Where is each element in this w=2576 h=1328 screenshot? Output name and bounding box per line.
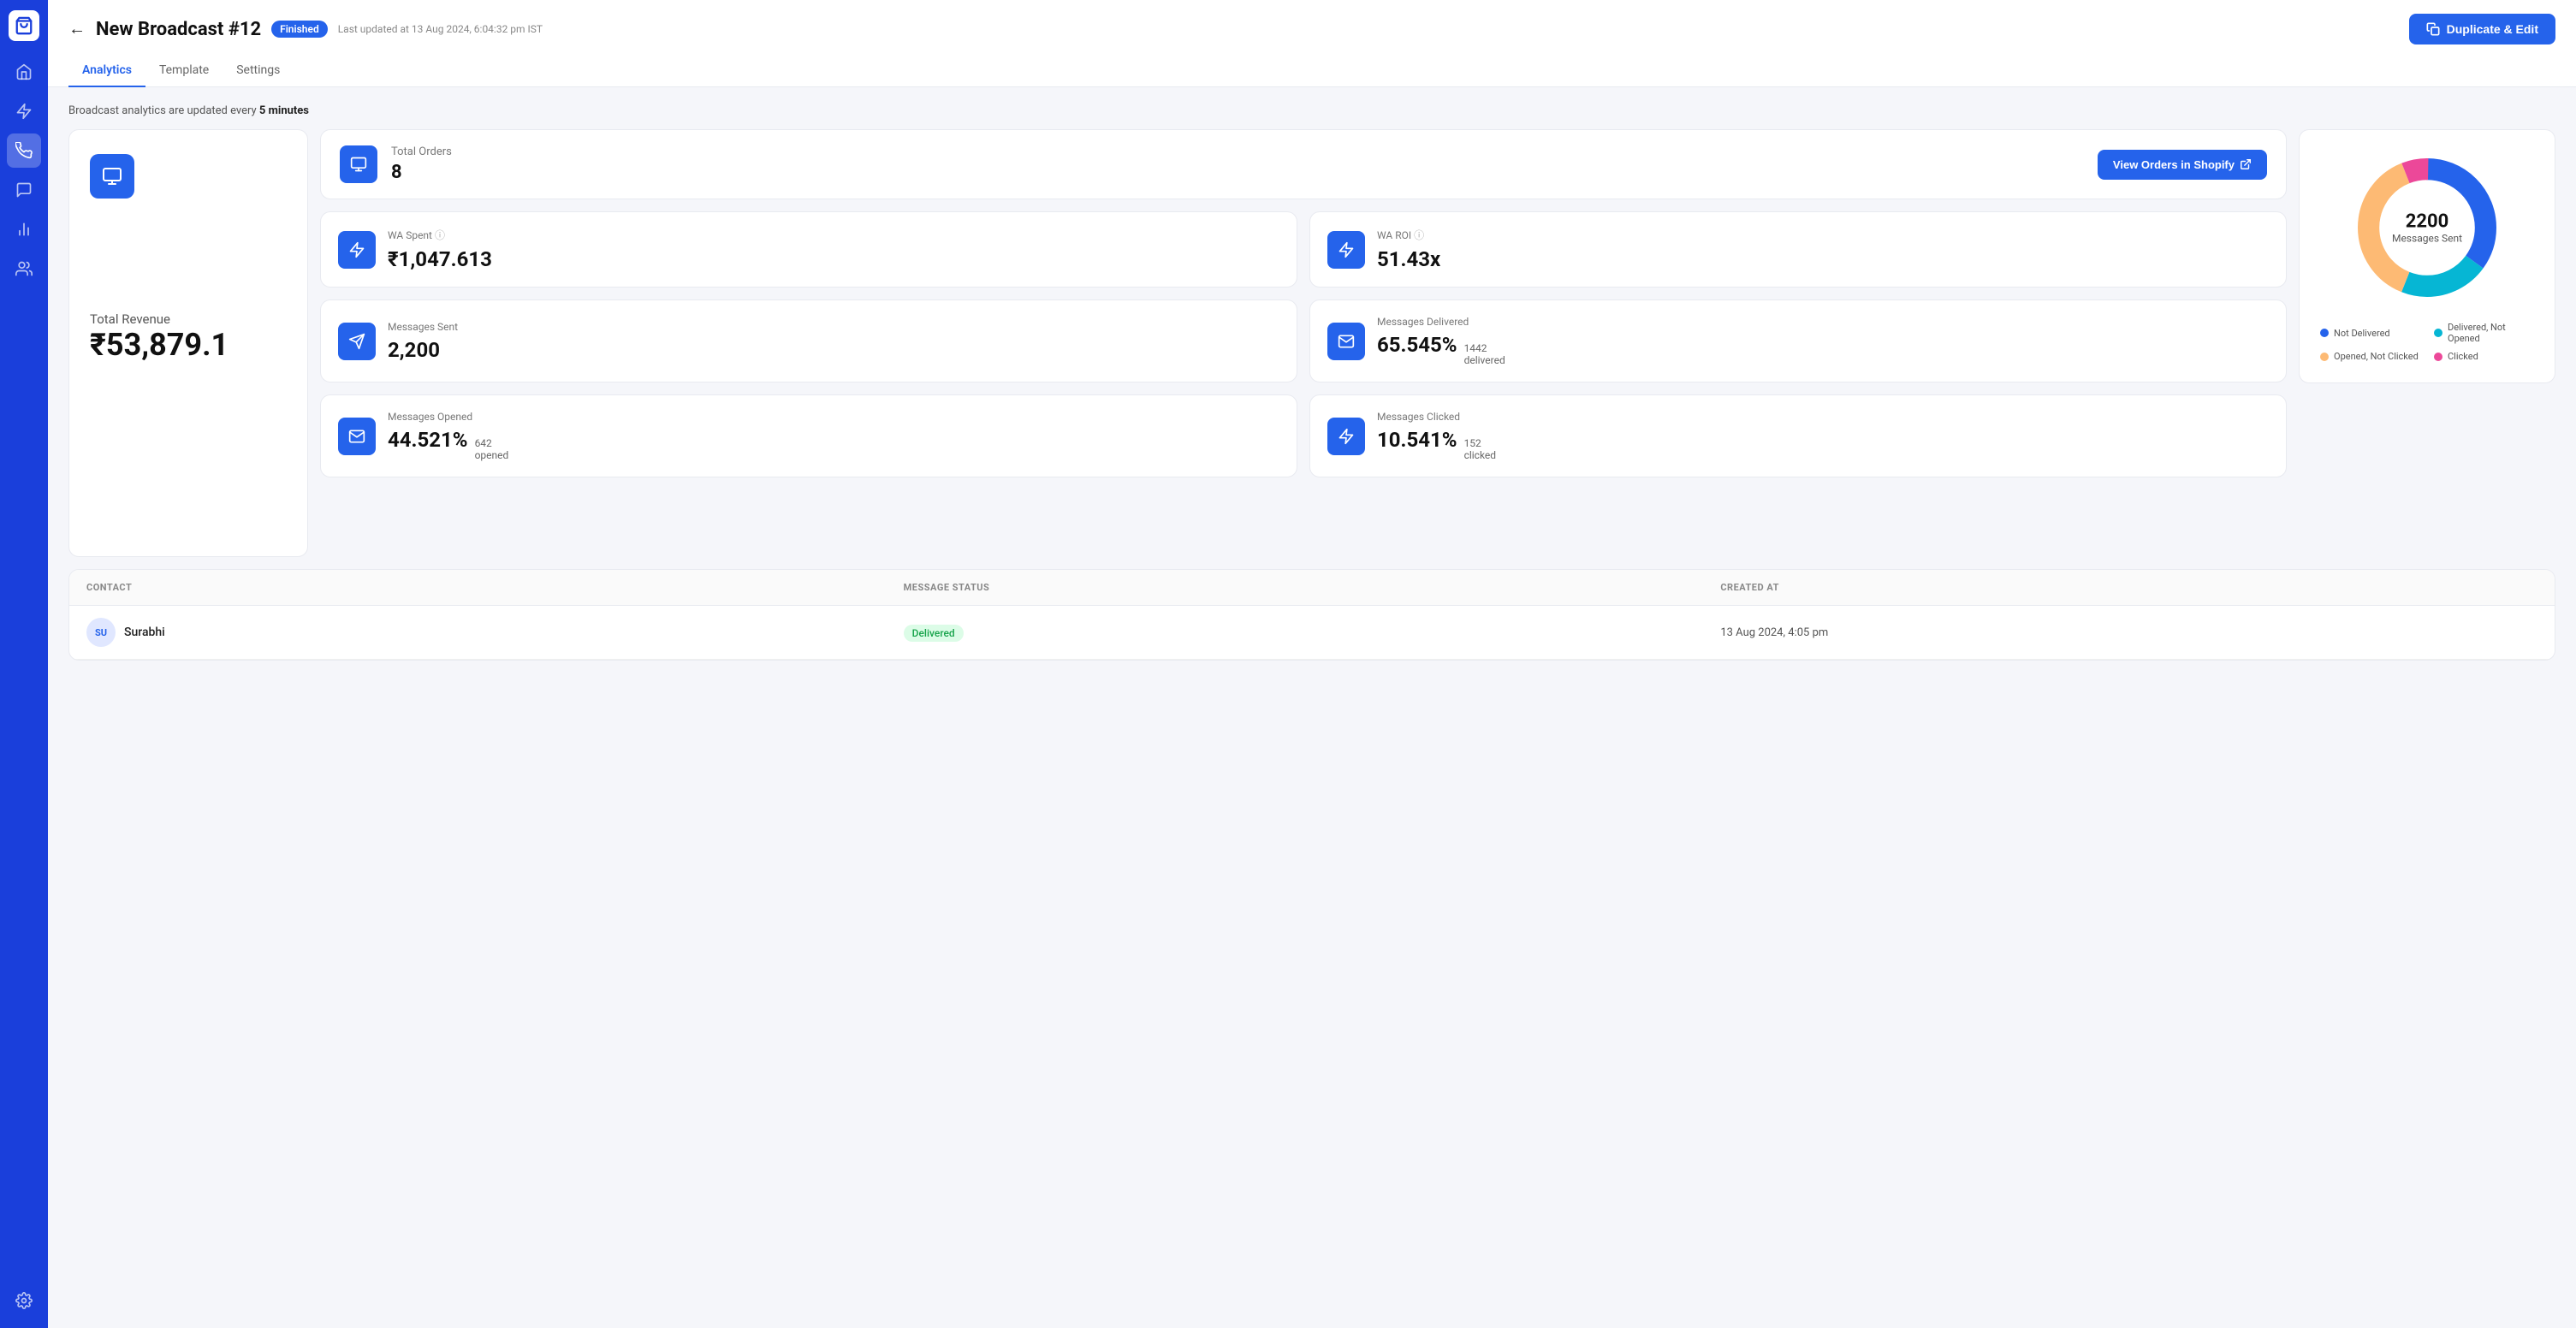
sidebar-item-home[interactable] (7, 55, 41, 89)
legend-label-clicked: Clicked (2448, 351, 2478, 362)
messages-delivered-percent: 65.545% (1377, 333, 1457, 357)
wa-spent-icon (338, 231, 376, 269)
revenue-card: Total Revenue ₹53,879.1 (68, 129, 308, 557)
table-col-created: CREATED AT (1720, 582, 2537, 593)
table-row: SU Surabhi Delivered 13 Aug 2024, 4:05 p… (69, 606, 2555, 660)
legend-not-delivered: Not Delivered (2320, 322, 2420, 344)
status-badge-delivered: Delivered (904, 625, 964, 642)
donut-center-label: Messages Sent (2392, 233, 2462, 245)
sidebar-item-users[interactable] (7, 252, 41, 286)
avatar: SU (86, 618, 116, 647)
shopify-btn-label: View Orders in Shopify (2113, 158, 2235, 171)
wa-spent-card: WA Spent ⓘ ₹1,047.613 (320, 211, 1297, 288)
metrics-grid: WA Spent ⓘ ₹1,047.613 (320, 211, 2287, 477)
messages-opened-percent: 44.521% (388, 428, 468, 452)
revenue-icon (90, 154, 134, 199)
duplicate-edit-label: Duplicate & Edit (2447, 22, 2538, 36)
legend-clicked: Clicked (2434, 351, 2534, 362)
messages-sent-card: Messages Sent 2,200 (320, 299, 1297, 382)
messages-clicked-percent: 10.541% (1377, 428, 1457, 452)
revenue-value: ₹53,879.1 (90, 327, 229, 363)
status-badge: Finished (271, 21, 328, 38)
created-at-cell: 13 Aug 2024, 4:05 pm (1720, 626, 2537, 639)
messages-opened-card: Messages Opened 44.521% 642 opened (320, 394, 1297, 477)
messages-sent-icon (338, 323, 376, 360)
orders-card: Total Orders 8 View Orders in Shopify (320, 129, 2287, 199)
analytics-grid: Total Revenue ₹53,879.1 Total Orders 8 (68, 129, 2555, 557)
wa-spent-value: ₹1,047.613 (388, 247, 492, 271)
main-content: ← New Broadcast #12 Finished Last update… (48, 0, 2576, 1328)
sidebar-logo (9, 10, 39, 41)
legend-label-not-delivered: Not Delivered (2334, 328, 2390, 339)
messages-opened-count: 642 opened (475, 437, 509, 461)
legend-dot-not-delivered (2320, 329, 2329, 337)
messages-clicked-label: Messages Clicked (1377, 411, 1496, 423)
tab-settings[interactable]: Settings (223, 55, 294, 87)
messages-delivered-icon (1327, 323, 1365, 360)
view-orders-shopify-button[interactable]: View Orders in Shopify (2098, 150, 2267, 180)
messages-delivered-label: Messages Delivered (1377, 316, 1505, 328)
sidebar-item-chat[interactable] (7, 173, 41, 207)
sidebar-item-lightning[interactable] (7, 94, 41, 128)
contacts-table: Contact MESSAGE STATUS CREATED AT SU Sur… (68, 569, 2555, 661)
wa-roi-icon (1327, 231, 1365, 269)
orders-value: 8 (391, 162, 452, 183)
contact-name: Surabhi (124, 625, 165, 639)
page-title: New Broadcast #12 (96, 19, 261, 40)
legend-dot-clicked (2434, 353, 2442, 361)
messages-sent-value: 2,200 (388, 338, 440, 362)
table-col-status: MESSAGE STATUS (904, 582, 1721, 593)
messages-opened-label: Messages Opened (388, 411, 508, 423)
donut-chart-card: 2200 Messages Sent Not Delivered Deliver… (2299, 129, 2555, 383)
last-updated: Last updated at 13 Aug 2024, 6:04:32 pm … (338, 23, 543, 35)
messages-opened-icon (338, 418, 376, 455)
messages-sent-label: Messages Sent (388, 321, 458, 333)
wa-spent-label: WA Spent (388, 229, 432, 241)
wa-roi-label: WA ROI (1377, 229, 1411, 241)
donut-center-count: 2200 (2392, 211, 2462, 233)
sidebar-item-settings[interactable] (7, 1284, 41, 1318)
contact-cell: SU Surabhi (86, 618, 904, 647)
orders-label: Total Orders (391, 145, 452, 158)
legend-opened-not-clicked: Opened, Not Clicked (2320, 351, 2420, 362)
wa-spent-info-icon[interactable]: ⓘ (435, 229, 445, 241)
sidebar-item-broadcast[interactable] (7, 133, 41, 168)
duplicate-edit-button[interactable]: Duplicate & Edit (2409, 14, 2555, 44)
donut-chart: 2200 Messages Sent (2350, 151, 2504, 305)
tab-analytics[interactable]: Analytics (68, 55, 145, 87)
revenue-label: Total Revenue (90, 311, 229, 327)
wa-roi-card: WA ROI ⓘ 51.43x (1309, 211, 2287, 288)
content-area: Broadcast analytics are updated every 5 … (48, 87, 2576, 1328)
status-cell: Delivered (904, 624, 1721, 642)
tab-template[interactable]: Template (145, 55, 223, 87)
messages-clicked-count: 152 clicked (1464, 437, 1497, 461)
messages-delivered-card: Messages Delivered 65.545% 1442 delivere… (1309, 299, 2287, 382)
legend-dot-opened-not-clicked (2320, 353, 2329, 361)
table-header: Contact MESSAGE STATUS CREATED AT (69, 570, 2555, 606)
table-col-contact: Contact (86, 582, 904, 593)
wa-roi-value: 51.43x (1377, 247, 1440, 271)
middle-section: Total Orders 8 View Orders in Shopify (320, 129, 2287, 477)
back-button[interactable]: ← (68, 20, 86, 39)
messages-clicked-icon (1327, 418, 1365, 455)
orders-icon (340, 145, 377, 183)
sidebar (0, 0, 48, 1328)
sidebar-item-analytics[interactable] (7, 212, 41, 246)
legend-label-opened-not-clicked: Opened, Not Clicked (2334, 351, 2419, 362)
donut-legend: Not Delivered Delivered, Not Opened Open… (2320, 322, 2534, 362)
messages-delivered-count: 1442 delivered (1464, 342, 1505, 366)
header: ← New Broadcast #12 Finished Last update… (48, 0, 2576, 87)
update-notice: Broadcast analytics are updated every 5 … (68, 104, 2555, 117)
wa-roi-info-icon[interactable]: ⓘ (1414, 229, 1424, 241)
legend-delivered-not-opened: Delivered, Not Opened (2434, 322, 2534, 344)
messages-clicked-card: Messages Clicked 10.541% 152 clicked (1309, 394, 2287, 477)
legend-label-delivered-not-opened: Delivered, Not Opened (2448, 322, 2534, 344)
update-interval: 5 minutes (259, 104, 309, 117)
tabs-bar: Analytics Template Settings (68, 55, 2555, 86)
legend-dot-delivered-not-opened (2434, 329, 2442, 337)
